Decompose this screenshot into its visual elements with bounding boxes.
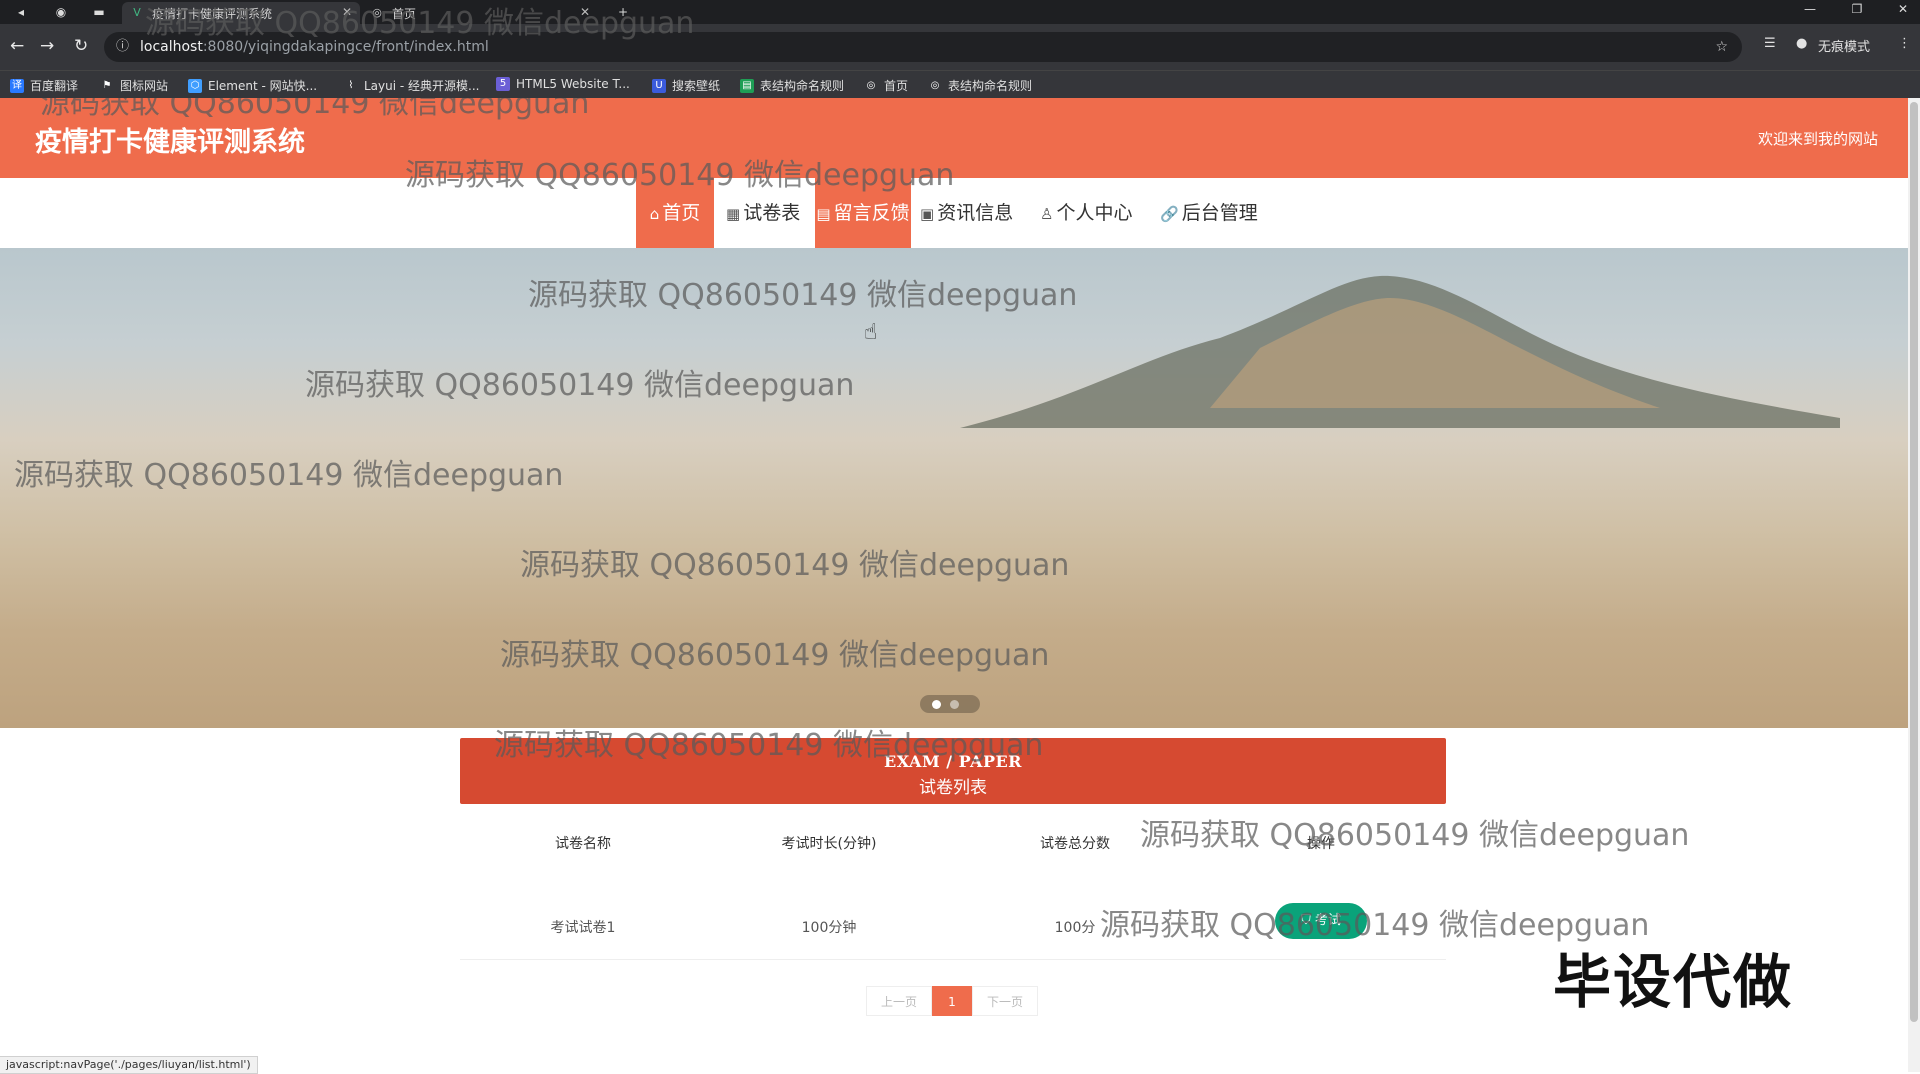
user-icon: ♙	[1040, 205, 1054, 223]
star-icon[interactable]: ☆	[1715, 32, 1728, 62]
reading-list-icon[interactable]: ☰	[1764, 36, 1776, 51]
table-row: 考试试卷1 100分钟 100分 ⛉ 考试	[460, 903, 1446, 960]
column-header: 考试时长(分钟)	[781, 836, 877, 852]
tab-home[interactable]: ◎ 首页 ✕	[362, 2, 598, 24]
flag-icon: ⚑	[102, 79, 112, 91]
table-header: 试卷名称 考试时长(分钟) 试卷总分数 操作	[460, 833, 1446, 873]
paper-duration: 100分钟	[801, 920, 857, 936]
paper-score: 100分	[1054, 920, 1096, 936]
layui-icon: ⌇	[348, 79, 354, 91]
browser-tab-strip: ◂ ◉ ▬ V 疫情打卡健康评测系统 ✕ ◎ 首页 ✕ + — ❐ ✕	[0, 0, 1920, 24]
grid-icon: ▦	[726, 205, 741, 223]
main-nav: ⌂ 首页 ▦ 试卷表 ▤ 留言反馈 ▣ 资讯信息 ♙ 个人中心 🔗 后台管理	[0, 178, 1908, 248]
mute-icon[interactable]: ◂	[12, 3, 30, 21]
home-icon: ⌂	[649, 205, 660, 223]
scrollbar-thumb[interactable]	[1910, 102, 1918, 1022]
site-header: 疫情打卡健康评测系统 欢迎来到我的网站	[0, 98, 1908, 178]
vue-icon: V	[133, 6, 141, 19]
close-icon[interactable]: ✕	[580, 5, 590, 19]
reload-icon[interactable]: ↻	[74, 36, 88, 56]
nav-admin[interactable]: 🔗 后台管理	[1160, 178, 1270, 248]
url-bar[interactable]: ⓘ localhost:8080/yiqingdakapingce/front/…	[104, 32, 1742, 62]
section-title-cn: 试卷列表	[919, 778, 987, 798]
hero-carousel[interactable]	[0, 248, 1908, 728]
new-tab-icon[interactable]: +	[614, 3, 632, 21]
page-number-current[interactable]: 1	[932, 986, 972, 1016]
url-host: localhost	[140, 39, 203, 55]
incognito-icon[interactable]: ●	[1796, 36, 1807, 51]
forward-icon[interactable]: →	[40, 36, 54, 56]
bookmark-item[interactable]: ⚑ 图标网站	[100, 77, 169, 94]
globe-icon: ◎	[930, 79, 940, 91]
nav-profile[interactable]: ♙ 个人中心	[1040, 178, 1150, 248]
globe-icon: ◎	[372, 6, 382, 19]
info-icon[interactable]: ⓘ	[116, 32, 129, 62]
mountain-illustration	[960, 275, 1840, 428]
column-header: 试卷名称	[555, 836, 611, 852]
tab-current[interactable]: V 疫情打卡健康评测系统 ✕	[122, 2, 360, 24]
tab-title: 疫情打卡健康评测系统	[152, 6, 273, 21]
menu-icon[interactable]: ⋮	[1898, 36, 1911, 51]
nav-news[interactable]: ▣ 资讯信息	[920, 178, 1028, 248]
page-scrollbar[interactable]	[1908, 98, 1920, 1072]
hand-cursor-icon: ☝	[864, 320, 878, 345]
url-path: :8080/yiqingdakapingce/front/index.html	[202, 39, 489, 55]
bookmark-item[interactable]: ◎ 首页	[864, 77, 908, 94]
message-icon: ▤	[816, 205, 831, 223]
paper-name: 考试试卷1	[550, 920, 616, 936]
pagination: 上一页 1 下一页	[866, 986, 1038, 1016]
minimize-icon[interactable]: —	[1795, 2, 1825, 16]
sheet-icon: ▤	[740, 78, 754, 93]
close-window-icon[interactable]: ✕	[1888, 2, 1918, 16]
bookmark-item[interactable]: U 搜索壁纸	[652, 77, 720, 94]
welcome-text: 欢迎来到我的网站	[1757, 130, 1878, 148]
nav-feedback[interactable]: ▤ 留言反馈	[815, 178, 911, 248]
column-header: 试卷总分数	[1040, 836, 1110, 852]
site-title: 疫情打卡健康评测系统	[35, 127, 305, 158]
address-toolbar: ← → ↻ ⓘ localhost:8080/yiqingdakapingce/…	[0, 24, 1920, 70]
translate-icon: 译	[10, 78, 24, 93]
restore-icon[interactable]: ❐	[1842, 2, 1872, 16]
bookmark-item[interactable]: ⌇ Layui - 经典开源模...	[344, 77, 480, 94]
promo-stamp: 毕设代做	[1553, 948, 1794, 1016]
nav-papers[interactable]: ▦ 试卷表	[726, 178, 816, 248]
carousel-dot[interactable]	[950, 700, 959, 709]
nav-home[interactable]: ⌂ 首页	[636, 178, 714, 248]
prev-page-button[interactable]: 上一页	[866, 986, 932, 1016]
wallpaper-icon: U	[652, 78, 666, 93]
link-icon: 🔗	[1160, 205, 1179, 223]
bookmarks-bar: 译百度翻译 ⚑ 图标网站 ⬡ Element - 网站快... ⌇ Layui - 经…	[0, 70, 1920, 98]
tab-title: 首页	[392, 6, 417, 21]
bookmark-item[interactable]: ⬡ Element - 网站快...	[188, 77, 317, 94]
bookmark-item[interactable]: 译百度翻译	[10, 77, 78, 94]
element-icon: ⬡	[188, 78, 202, 93]
page-viewport: 疫情打卡健康评测系统 欢迎来到我的网站 ⌂ 首页 ▦ 试卷表 ▤ 留言反馈 ▣ 资讯信息…	[0, 98, 1908, 1072]
next-page-button[interactable]: 下一页	[972, 986, 1038, 1016]
window-icon[interactable]: ▬	[90, 3, 108, 21]
carousel-indicator	[920, 695, 980, 713]
status-url: javascript:navPage('./pages/liuyan/list.…	[0, 1056, 258, 1074]
html5-icon: 5	[496, 77, 510, 91]
shield-check-icon: ⛉	[1301, 913, 1311, 928]
news-icon: ▣	[920, 205, 935, 223]
globe-icon: ◎	[866, 79, 876, 91]
section-title-en: EXAM / PAPER	[884, 752, 1022, 771]
section-header: EXAM / PAPER 试卷列表	[460, 738, 1446, 804]
column-header: 操作	[1307, 836, 1335, 852]
chrome-icon[interactable]: ◉	[52, 3, 70, 21]
profile-label[interactable]: 无痕模式	[1818, 36, 1870, 55]
bookmark-item[interactable]: 5 HTML5 Website T...	[496, 77, 630, 91]
bookmark-item[interactable]: ◎ 表结构命名规则	[928, 77, 1032, 94]
carousel-dot-active[interactable]	[932, 700, 941, 709]
close-icon[interactable]: ✕	[342, 5, 352, 19]
back-icon[interactable]: ←	[10, 36, 24, 56]
bookmark-item[interactable]: ▤ 表结构命名规则	[740, 77, 844, 94]
start-exam-button[interactable]: ⛉ 考试	[1275, 903, 1367, 939]
